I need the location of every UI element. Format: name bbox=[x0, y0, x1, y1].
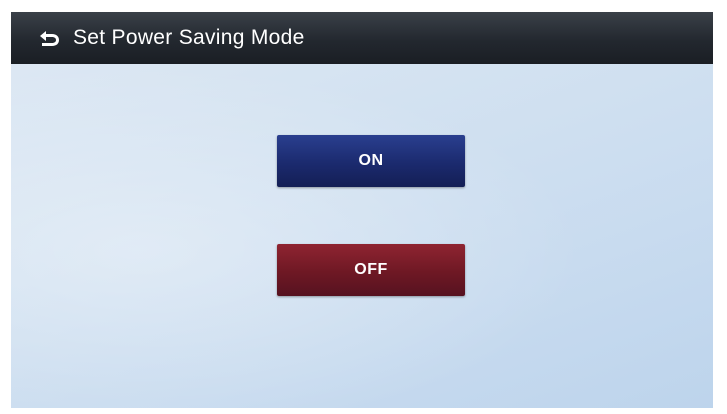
back-arrow-icon bbox=[40, 31, 59, 46]
off-button-label: OFF bbox=[354, 261, 388, 278]
device-frame: Set Power Saving Mode ON OFF bbox=[0, 0, 727, 414]
on-button-label: ON bbox=[358, 152, 384, 169]
back-button[interactable] bbox=[29, 18, 69, 58]
power-saving-on-button[interactable]: ON bbox=[277, 135, 465, 187]
screen: Set Power Saving Mode ON OFF bbox=[11, 12, 713, 408]
title-bar: Set Power Saving Mode bbox=[11, 12, 713, 64]
power-saving-off-button[interactable]: OFF bbox=[277, 244, 465, 296]
page-title: Set Power Saving Mode bbox=[73, 26, 305, 49]
